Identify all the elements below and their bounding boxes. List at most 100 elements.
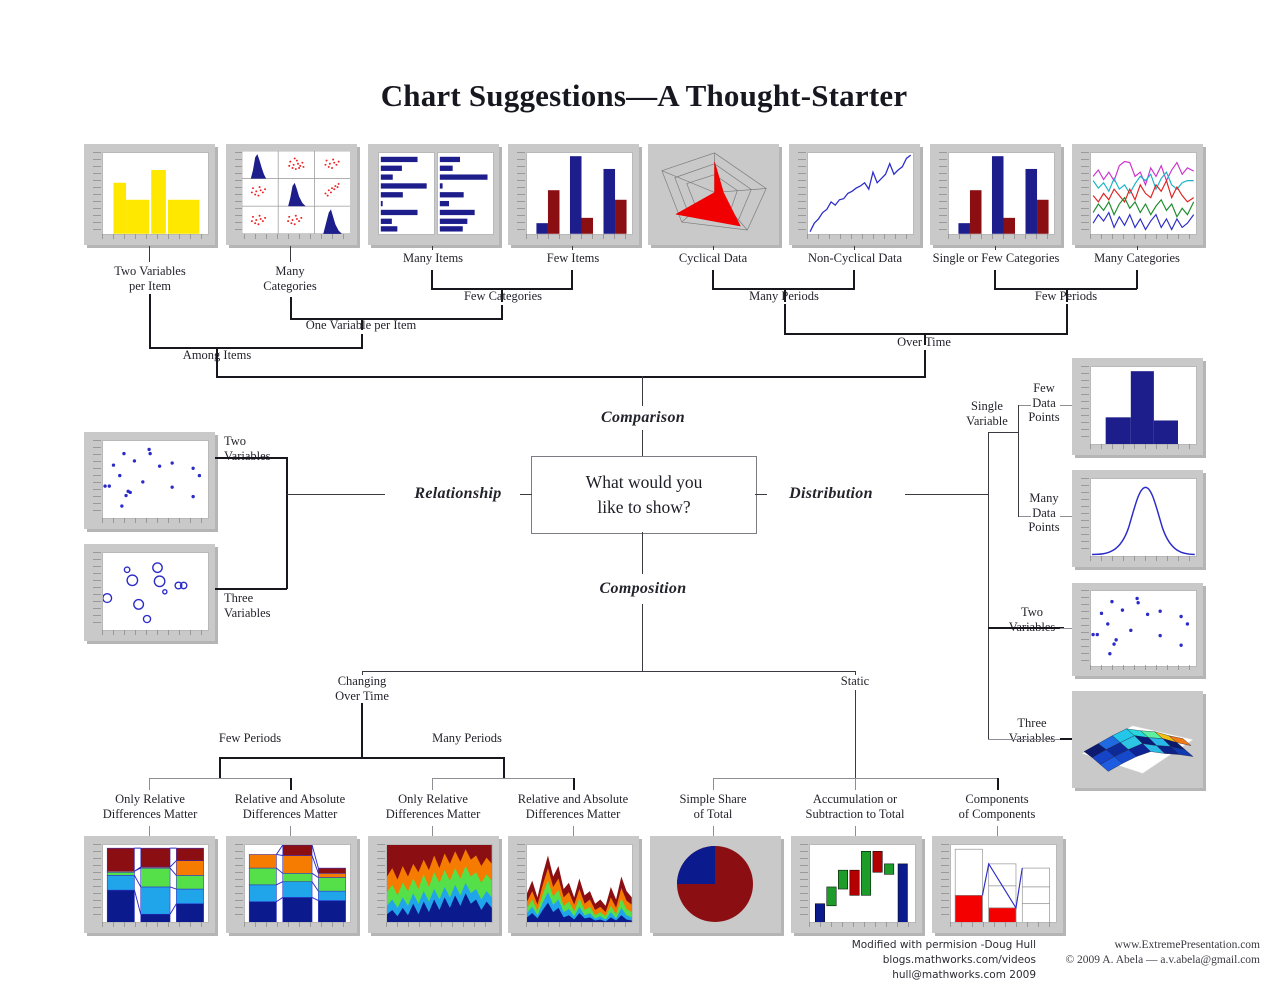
connector (1060, 405, 1072, 406)
connector (149, 246, 150, 262)
thumb-pie-chart[interactable] (650, 836, 781, 933)
footer-copyright: © 2009 A. Abela — a.v.abela@gmail.com (1065, 954, 1260, 966)
connector (431, 270, 433, 289)
thumb-column-chart-few-periods[interactable] (930, 144, 1061, 245)
question-line-2: like to show? (597, 497, 691, 517)
label-static: Static (840, 674, 870, 688)
thumb-scatter-chart-distribution[interactable] (1072, 583, 1203, 676)
connector (149, 778, 150, 790)
thumb-bubble-chart[interactable] (84, 544, 215, 641)
connector (572, 246, 573, 250)
label-few-periods-composition: Few Periods (218, 731, 282, 745)
connector (501, 305, 503, 319)
connector (713, 778, 714, 790)
label-only-relative-differences-few: Only Relative Differences Matter (102, 792, 198, 821)
label-comparison: Comparison (601, 409, 685, 426)
connector (712, 270, 714, 289)
label-many-items: Many Items (402, 251, 464, 265)
label-many-periods-composition: Many Periods (432, 731, 502, 745)
connector (988, 432, 989, 740)
connector (713, 246, 714, 250)
connector (713, 826, 714, 836)
label-three-variables-relationship: Three Variables (224, 591, 271, 620)
thumb-stacked-area-chart[interactable] (508, 836, 639, 933)
thumb-variable-width-column-chart[interactable] (84, 144, 215, 245)
label-few-items: Few Items (546, 251, 600, 265)
connector (432, 826, 433, 836)
connector (219, 757, 504, 759)
label-few-data-points: Few Data Points (1028, 381, 1060, 424)
thumb-scatter-chart-relationship[interactable] (84, 432, 215, 529)
thumb-components-of-components-chart[interactable] (932, 836, 1063, 933)
connector (503, 757, 505, 779)
connector (1137, 246, 1138, 250)
connector (432, 246, 433, 250)
connector (361, 334, 363, 348)
connector (855, 690, 856, 778)
connector (432, 778, 574, 779)
connector (149, 826, 150, 836)
connector (290, 246, 291, 262)
thumb-stacked-100-column-chart[interactable] (84, 836, 215, 933)
connector (362, 671, 856, 672)
question-line-1: What would you (585, 472, 703, 492)
connector (997, 778, 999, 790)
connector (520, 494, 532, 495)
connector (149, 294, 151, 348)
thumb-stacked-column-chart[interactable] (226, 836, 357, 933)
connector (997, 826, 998, 836)
connector (854, 246, 855, 250)
thumb-bar-chart[interactable] (368, 144, 499, 245)
footer-left-line-2: blogs.mathworks.com/videos (882, 954, 1036, 966)
thumb-line-chart-non-cyclical[interactable] (789, 144, 920, 245)
thumb-line-chart-many-categories[interactable] (1072, 144, 1203, 245)
connector (1060, 738, 1072, 740)
connector (1066, 304, 1068, 334)
connector (1019, 516, 1031, 517)
connector (215, 457, 287, 459)
connector (215, 588, 287, 590)
connector (988, 739, 1064, 740)
connector (905, 494, 989, 495)
label-single-variable: Single Variable (966, 399, 1008, 428)
connector (988, 627, 1064, 629)
label-only-relative-differences-many: Only Relative Differences Matter (385, 792, 481, 821)
connector (573, 778, 575, 790)
thumb-column-histogram[interactable] (1072, 358, 1203, 455)
thumb-line-histogram[interactable] (1072, 470, 1203, 567)
page-title: Chart Suggestions—A Thought-Starter (380, 78, 908, 113)
connector (994, 270, 996, 289)
connector (855, 778, 856, 790)
label-relative-absolute-differences-many: Relative and Absolute Differences Matter (517, 792, 629, 821)
label-many-periods-comparison: Many Periods (749, 289, 819, 303)
label-many-categories-over-time: Many Categories (1094, 251, 1180, 265)
label-two-variables-per-item: Two Variables per Item (114, 264, 186, 293)
connector (432, 778, 433, 790)
thumb-waterfall-chart[interactable] (791, 836, 922, 933)
label-simple-share-of-total: Simple Share of Total (679, 792, 747, 821)
central-question-box: What would you like to show? (531, 456, 757, 534)
footer-right: www.ExtremePresentation.com © 2009 A. Ab… (1036, 938, 1260, 968)
connector (855, 826, 856, 836)
connector (290, 826, 291, 836)
label-cyclical-data: Cyclical Data (678, 251, 748, 265)
label-distribution: Distribution (789, 485, 873, 502)
connector (755, 494, 767, 495)
label-single-or-few-categories: Single or Few Categories (932, 251, 1060, 265)
thumb-stacked-100-area-chart[interactable] (368, 836, 499, 933)
thumb-3d-area-chart[interactable] (1072, 691, 1203, 788)
footer-left-line-3: hull@mathworks.com 2009 (892, 969, 1036, 981)
connector (216, 355, 218, 377)
connector (924, 350, 926, 377)
connector (853, 270, 855, 289)
connector (216, 376, 926, 378)
footer-website: www.ExtremePresentation.com (1114, 939, 1260, 951)
thumb-column-chart-few-items[interactable] (508, 144, 639, 245)
connector (1060, 628, 1072, 629)
thumb-circular-area-chart[interactable] (648, 144, 779, 245)
diagram-canvas: Chart Suggestions—A Thought-Starter Two … (0, 0, 1288, 995)
label-components-of-components: Components of Components (958, 792, 1036, 821)
thumb-table-with-embedded-charts[interactable] (226, 144, 357, 245)
connector (290, 778, 292, 790)
connector (361, 703, 363, 758)
